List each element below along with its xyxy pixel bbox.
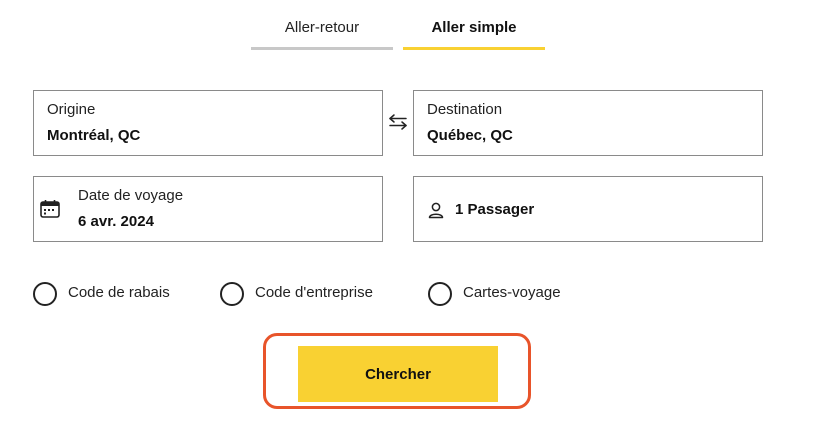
corporate-code-label: Code d'entreprise bbox=[255, 284, 373, 301]
destination-field[interactable]: Destination Québec, QC bbox=[413, 90, 763, 156]
origin-field[interactable]: Origine Montréal, QC bbox=[33, 90, 383, 156]
swap-arrows-icon[interactable] bbox=[386, 110, 410, 134]
discount-code-label: Code de rabais bbox=[68, 284, 170, 301]
travel-passes-label: Cartes-voyage bbox=[463, 284, 561, 301]
destination-value: Québec, QC bbox=[427, 127, 513, 144]
tab-one-way-underline bbox=[403, 47, 545, 50]
destination-label: Destination bbox=[427, 101, 503, 118]
search-button[interactable]: Chercher bbox=[298, 346, 498, 402]
travel-date-field[interactable]: Date de voyage 6 avr. 2024 bbox=[33, 176, 383, 242]
tab-round-trip[interactable]: Aller-retour bbox=[251, 0, 393, 50]
calendar-icon bbox=[39, 198, 61, 225]
passengers-value: 1 Passager bbox=[455, 201, 535, 218]
origin-value: Montréal, QC bbox=[47, 127, 141, 144]
passengers-field[interactable]: 1 Passager bbox=[413, 176, 763, 242]
discount-code-radio[interactable] bbox=[33, 282, 57, 306]
corporate-code-radio[interactable] bbox=[220, 282, 244, 306]
corporate-code-option[interactable]: Code d'entreprise bbox=[220, 282, 410, 306]
travel-date-value: 6 avr. 2024 bbox=[78, 213, 154, 230]
travel-passes-radio[interactable] bbox=[428, 282, 452, 306]
tab-one-way[interactable]: Aller simple bbox=[403, 0, 545, 50]
origin-label: Origine bbox=[47, 101, 96, 118]
person-icon bbox=[427, 201, 445, 224]
tab-one-way-label: Aller simple bbox=[431, 19, 517, 36]
tab-round-trip-underline bbox=[251, 47, 393, 50]
travel-passes-option[interactable]: Cartes-voyage bbox=[428, 282, 588, 306]
booking-form: Aller-retour Aller simple Origine Montré… bbox=[0, 0, 824, 432]
discount-code-option[interactable]: Code de rabais bbox=[33, 282, 193, 306]
tab-round-trip-label: Aller-retour bbox=[284, 19, 360, 36]
travel-date-label: Date de voyage bbox=[78, 187, 184, 204]
